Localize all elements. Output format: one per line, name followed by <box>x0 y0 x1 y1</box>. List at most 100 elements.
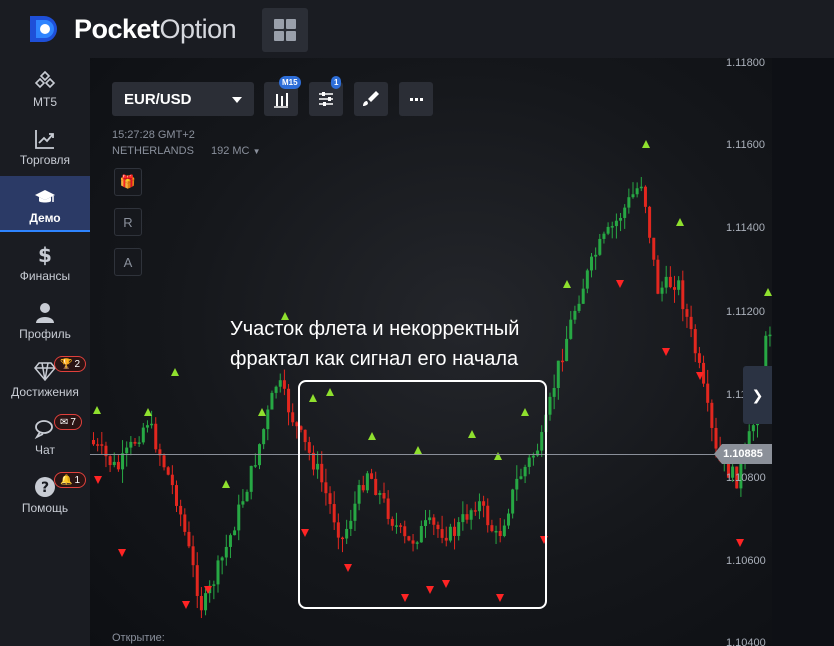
candle-body <box>606 226 610 234</box>
chat-badge: ✉ 7 <box>54 414 82 430</box>
expand-panel-button[interactable]: ❯ <box>743 366 772 424</box>
candle-body <box>162 455 166 468</box>
axis-tick: 1.11400 <box>726 222 765 234</box>
candle-body <box>154 423 158 450</box>
sidebar-item-profile[interactable]: Профиль <box>0 292 90 348</box>
fractal-up-marker <box>764 288 772 296</box>
candle-body <box>253 465 257 467</box>
candle-body <box>581 288 585 304</box>
candle-body <box>287 388 291 413</box>
fractal-up-marker <box>144 408 152 416</box>
fractal-up-marker <box>642 140 650 148</box>
apps-grid-button[interactable] <box>262 8 308 52</box>
sidebar-label-mt5: MT5 <box>33 95 57 109</box>
candle-body <box>274 386 278 393</box>
fractal-down-marker <box>736 539 744 547</box>
asset-name: EUR/USD <box>124 91 192 108</box>
sidebar-item-demo[interactable]: Демо <box>0 176 90 232</box>
sidebar-item-finance[interactable]: $ Финансы <box>0 234 90 290</box>
sidebar-item-mt5[interactable]: MT5 <box>0 60 90 116</box>
timeframe-button[interactable]: M15 <box>264 76 301 116</box>
axis-tick: 1.11600 <box>726 139 765 151</box>
fractal-up-marker <box>222 480 230 488</box>
candle-body <box>598 238 602 255</box>
candle-body <box>241 501 245 505</box>
candle-body <box>560 360 564 363</box>
fractal-up-marker <box>676 218 684 226</box>
candle-body <box>768 334 772 337</box>
candle-body <box>689 316 693 330</box>
fractal-down-marker <box>616 280 624 288</box>
axis-tick: 1.11200 <box>726 306 765 318</box>
candle-body <box>141 427 145 443</box>
fractal-down-marker <box>118 549 126 557</box>
server-time: 15:27:28 GMT+2 <box>112 129 195 141</box>
candle-body <box>602 233 606 239</box>
sidebar-label-help: Помощь <box>21 501 69 515</box>
sidebar-item-help[interactable]: ? Помощь 🔔 1 <box>0 466 90 522</box>
fractal-down-marker <box>182 601 190 609</box>
candle-body <box>233 530 237 536</box>
sidebar-label-profile: Профиль <box>19 327 71 341</box>
candle-body <box>145 425 149 428</box>
candle-body <box>216 560 220 585</box>
more-icon <box>410 98 423 101</box>
candle-body <box>677 280 681 290</box>
sidebar-item-trading[interactable]: Торговля <box>0 118 90 174</box>
drawing-tools-button[interactable] <box>354 82 388 116</box>
candle-body <box>627 197 631 208</box>
annotation-line-1: Участок флета и некорректный <box>230 318 520 340</box>
graduation-cap-icon <box>35 190 55 203</box>
sidebar-item-achievements[interactable]: Достижения 🏆 2 <box>0 350 90 406</box>
logo-text-light: Option <box>159 13 237 44</box>
logo-text: PocketOption <box>74 13 237 45</box>
diamond-icon <box>34 362 56 382</box>
candle-body <box>610 226 614 228</box>
candle-body <box>577 303 581 311</box>
candle-body <box>121 453 125 470</box>
candle-body <box>590 256 593 271</box>
axis-tick: 1.11800 <box>726 57 765 69</box>
candle-body <box>282 380 286 389</box>
server-region[interactable]: NETHERLANDS 192 МС ▼ <box>112 145 260 157</box>
candle-body <box>565 338 569 362</box>
candle-body <box>224 546 228 558</box>
candle-body <box>685 309 689 317</box>
candle-body <box>220 557 224 561</box>
fractal-up-marker <box>563 280 571 288</box>
gift-button[interactable]: 🎁 <box>114 168 142 196</box>
candle-body <box>660 287 664 294</box>
candle-body <box>697 353 701 363</box>
indicators-badge: 1 <box>331 76 342 89</box>
candle-body <box>614 220 618 227</box>
indicators-button[interactable]: 1 <box>309 76 343 116</box>
more-options-button[interactable] <box>399 82 433 116</box>
mt5-icon <box>34 70 56 89</box>
sidebar-item-chat[interactable]: Чат ✉ 7 <box>0 408 90 464</box>
achievements-badge: 🏆 2 <box>54 356 87 372</box>
logo-icon <box>26 12 66 46</box>
candle-body <box>204 593 208 611</box>
candle-body <box>150 423 154 426</box>
candle-body <box>681 280 685 310</box>
region-name: NETHERLANDS <box>112 145 194 157</box>
candle-body <box>137 442 141 444</box>
candle-body <box>278 380 282 387</box>
user-icon <box>36 303 54 323</box>
candle-body <box>656 259 660 294</box>
logo-text-bold: Pocket <box>74 13 160 44</box>
candle-body <box>187 531 191 547</box>
fractal-down-marker <box>94 476 102 484</box>
chat-icon <box>34 420 53 440</box>
candle-body <box>668 276 672 288</box>
candle-body <box>548 396 552 415</box>
asset-selector[interactable]: EUR/USD <box>112 82 254 116</box>
candle-body <box>183 514 187 532</box>
auto-button[interactable]: A <box>114 248 142 276</box>
svg-text:$: $ <box>38 244 52 266</box>
candle-body <box>569 319 573 339</box>
candle-body <box>116 461 120 470</box>
logo[interactable]: PocketOption <box>26 12 237 46</box>
axis-tick: 1.10600 <box>726 555 766 567</box>
reset-button[interactable]: R <box>114 208 142 236</box>
